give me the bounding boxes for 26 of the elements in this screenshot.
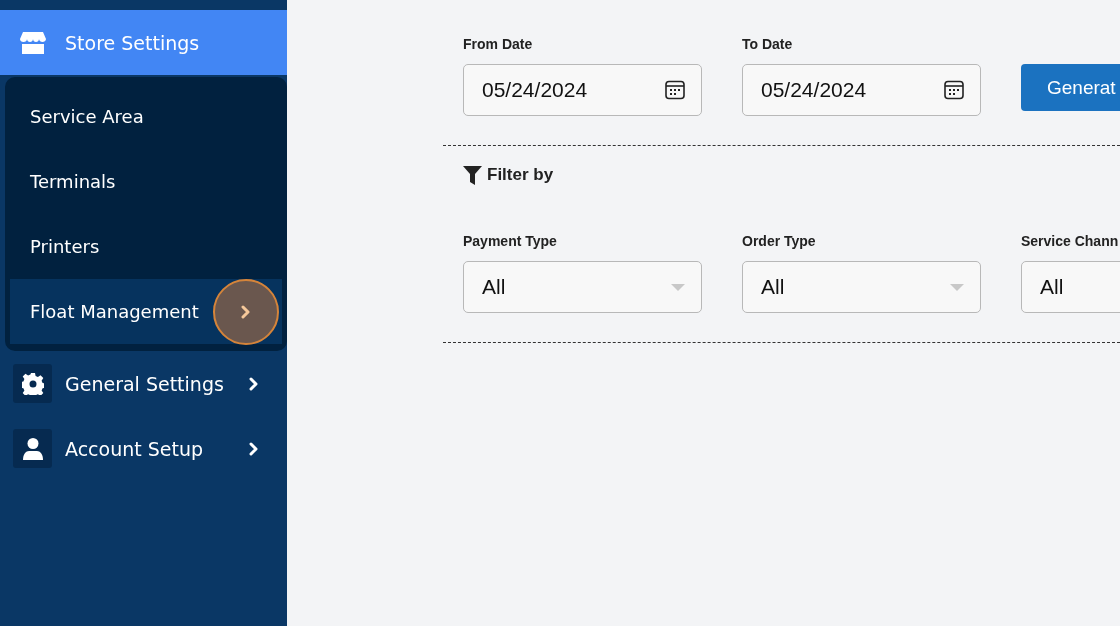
field-label: Payment Type — [463, 233, 558, 251]
submenu-item[interactable]: Service Area — [10, 84, 282, 149]
generate-button[interactable]: Generat — [1021, 64, 1120, 111]
submenu-item-label: Printers — [30, 236, 100, 257]
sidebar-item[interactable]: Store Settings — [0, 10, 287, 75]
field-label: Order Type — [742, 233, 817, 251]
select-field[interactable]: All — [463, 261, 702, 313]
sidebar-item-label: Account Setup — [65, 437, 204, 460]
select-field[interactable]: All — [742, 261, 981, 313]
submenu-item[interactable]: Terminals — [10, 149, 282, 214]
date-field[interactable]: 05/24/2024 — [742, 64, 981, 116]
sidebar-item-label: General Settings — [65, 372, 224, 395]
sidebar-item[interactable]: General Settings — [0, 351, 287, 416]
submenu-item[interactable]: Printers — [10, 214, 282, 279]
filter-title: Filter by — [487, 165, 554, 185]
date-field[interactable]: 05/24/2024 — [463, 64, 702, 116]
submenu-item-label: Terminals — [30, 171, 116, 192]
select-field[interactable]: All — [1021, 261, 1120, 313]
sidebar-item-label: Store Settings — [65, 31, 200, 54]
field-label: To Date — [742, 36, 794, 54]
field-label: From Date — [463, 36, 534, 54]
submenu-item[interactable]: Float Management — [10, 279, 282, 344]
submenu-item-label: Service Area — [30, 106, 144, 127]
sidebar-item[interactable]: Account Setup — [0, 416, 287, 481]
field-label: Service Chann — [1021, 233, 1120, 251]
submenu-item-label: Float Management — [30, 301, 199, 322]
